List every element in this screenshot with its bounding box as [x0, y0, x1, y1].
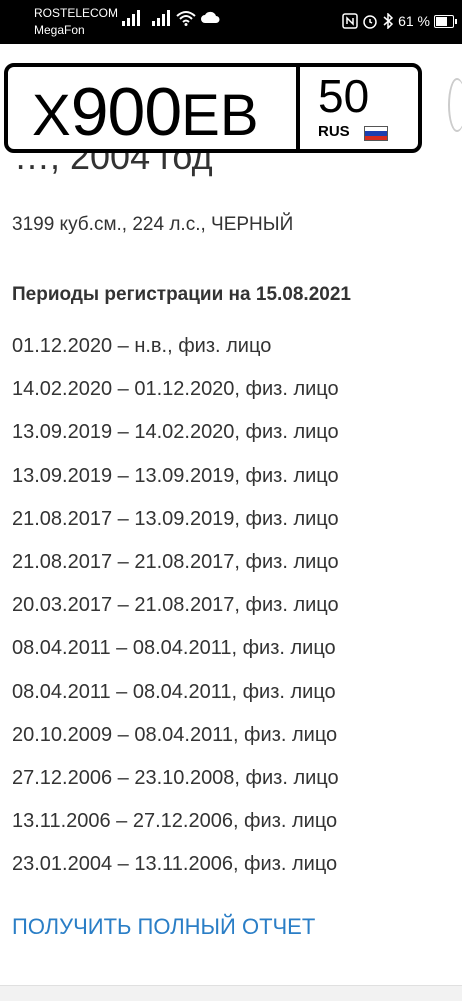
- plate-digits: 900: [70, 74, 182, 150]
- registration-period-item: 21.08.2017 – 13.09.2019, физ. лицо: [12, 507, 339, 530]
- registration-periods-list: 01.12.2020 – н.в., физ. лицо 14.02.2020 –…: [12, 333, 339, 894]
- status-bar: ROSTELECOM MegaFon 61 %: [0, 0, 462, 44]
- license-plate: Х900ЕВ 50 RUS: [4, 63, 422, 153]
- signal-icon: [122, 10, 140, 26]
- registration-period-item: 27.12.2006 – 23.10.2008, физ. лицо: [12, 766, 339, 789]
- scroll-edge: [448, 78, 462, 132]
- registration-period-item: 14.02.2020 – 01.12.2020, физ. лицо: [12, 378, 339, 401]
- wifi-icon: [176, 11, 196, 26]
- registration-period-item: 20.03.2017 – 21.08.2017, физ. лицо: [12, 594, 339, 617]
- plate-letters: ЕВ: [181, 83, 259, 148]
- plate-country: RUS: [318, 123, 350, 140]
- registration-period-item: 08.04.2011 – 08.04.2011, физ. лицо: [12, 680, 336, 703]
- cloud-icon: [201, 11, 220, 23]
- registration-period-item: 21.08.2017 – 21.08.2017, физ. лицо: [12, 550, 339, 573]
- registration-period-item: 13.11.2006 – 27.12.2006, физ. лицо: [12, 810, 338, 833]
- full-report-link[interactable]: ПОЛУЧИТЬ ПОЛНЫЙ ОТЧЕТ: [12, 914, 315, 940]
- status-right: 61 %: [342, 10, 457, 32]
- registration-period-item: 13.09.2019 – 13.09.2019, физ. лицо: [12, 464, 339, 487]
- registration-period-item: 13.09.2019 – 14.02.2020, физ. лицо: [12, 421, 339, 444]
- carrier-name-1: ROSTELECOM: [34, 6, 119, 20]
- vehicle-specs: 3199 куб.см., 224 л.с., ЧЕРНЫЙ: [12, 214, 294, 235]
- bottom-divider: [0, 985, 462, 1001]
- russia-flag-icon: [364, 126, 388, 141]
- plate-region-code: 50: [318, 70, 370, 122]
- nfc-icon: [342, 13, 358, 29]
- carrier-info: ROSTELECOM MegaFon: [34, 5, 118, 39]
- registration-period-item: 23.01.2004 – 13.11.2006, физ. лицо: [12, 853, 338, 876]
- registration-period-item: 01.12.2020 – н.в., физ. лицо: [12, 335, 272, 357]
- plate-letter: Х: [32, 83, 71, 148]
- battery-icon: [434, 14, 457, 28]
- battery-percent: 61 %: [398, 13, 430, 29]
- vehicle-title-partial: …, 2004 год: [14, 150, 213, 177]
- carrier-name-2: MegaFon: [34, 23, 85, 37]
- signal-icon: [152, 10, 170, 26]
- plate-main-section: Х900ЕВ: [8, 67, 300, 150]
- registration-period-item: 20.10.2009 – 08.04.2011, физ. лицо: [12, 723, 338, 746]
- registration-heading: Периоды регистрации на 15.08.2021: [12, 284, 351, 305]
- plate-region-section: 50 RUS: [300, 67, 418, 149]
- bluetooth-icon: [383, 13, 394, 29]
- alarm-icon: [363, 15, 377, 29]
- registration-period-item: 08.04.2011 – 08.04.2011, физ. лицо: [12, 637, 336, 660]
